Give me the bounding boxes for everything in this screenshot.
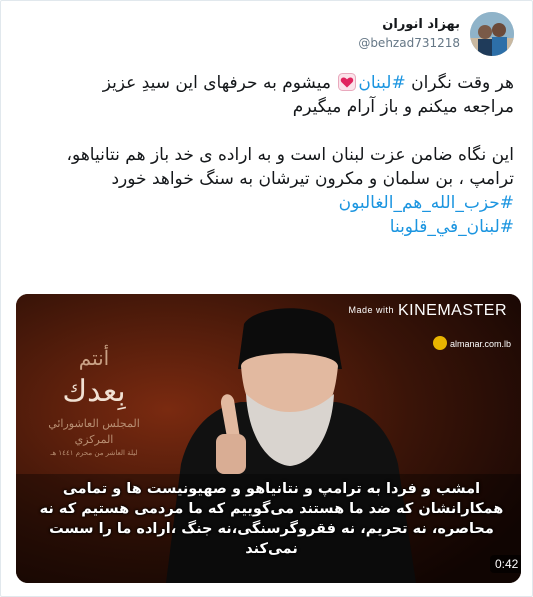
tweet-header: بهزاد انوران @behzad731218 [358, 11, 514, 57]
tweet-text-part: هر وقت نگران [405, 73, 514, 93]
tweet-paragraph-2: این نگاه ضامن عزت لبنان است و به اراده ی… [66, 145, 514, 189]
heart-icon [338, 73, 357, 91]
display-name[interactable]: بهزاد انوران [358, 16, 460, 34]
tweet-paragraph-1: هر وقت نگران #لبنان میشوم به حرفهای این … [19, 71, 514, 119]
hashtag-lebanon-in-hearts-link[interactable]: #لبنان_في_قلوبنا [390, 217, 514, 237]
avatar[interactable] [470, 12, 514, 56]
video-player[interactable]: Made with KINEMASTER almanar.com.lb أنتم … [16, 294, 521, 583]
channel-logo: almanar.com.lb [432, 336, 511, 350]
user-handle[interactable]: @behzad731218 [358, 34, 460, 52]
almanar-logo-icon [432, 336, 447, 350]
tweet-card: بهزاد انوران @behzad731218 هر وقت نگران … [0, 0, 533, 597]
tweet-text-part: مراجعه میکنم و باز آرام میگیرم [292, 97, 514, 117]
kinemaster-watermark: Made with KINEMASTER [348, 302, 507, 319]
event-poster: أنتم بِعدك المجلس العاشورائي المركزي ليل… [48, 346, 140, 457]
avatar-photo-icon [470, 12, 514, 56]
tweet-text-part: میشوم به حرفهای این سیدِ عزیز [102, 73, 337, 93]
hashtag-lebanon-link[interactable]: #لبنان [358, 73, 405, 93]
video-duration-badge: 0:42 [490, 555, 521, 573]
hashtag-hezbollah-link[interactable]: #حزب_الله_هم_الغالبون [339, 193, 514, 213]
tweet-text: هر وقت نگران #لبنان میشوم به حرفهای این … [19, 71, 514, 239]
user-names: بهزاد انوران @behzad731218 [358, 16, 460, 52]
video-subtitle: امشب و فردا به ترامپ و نتانیاهو و صهیونی… [39, 481, 504, 557]
